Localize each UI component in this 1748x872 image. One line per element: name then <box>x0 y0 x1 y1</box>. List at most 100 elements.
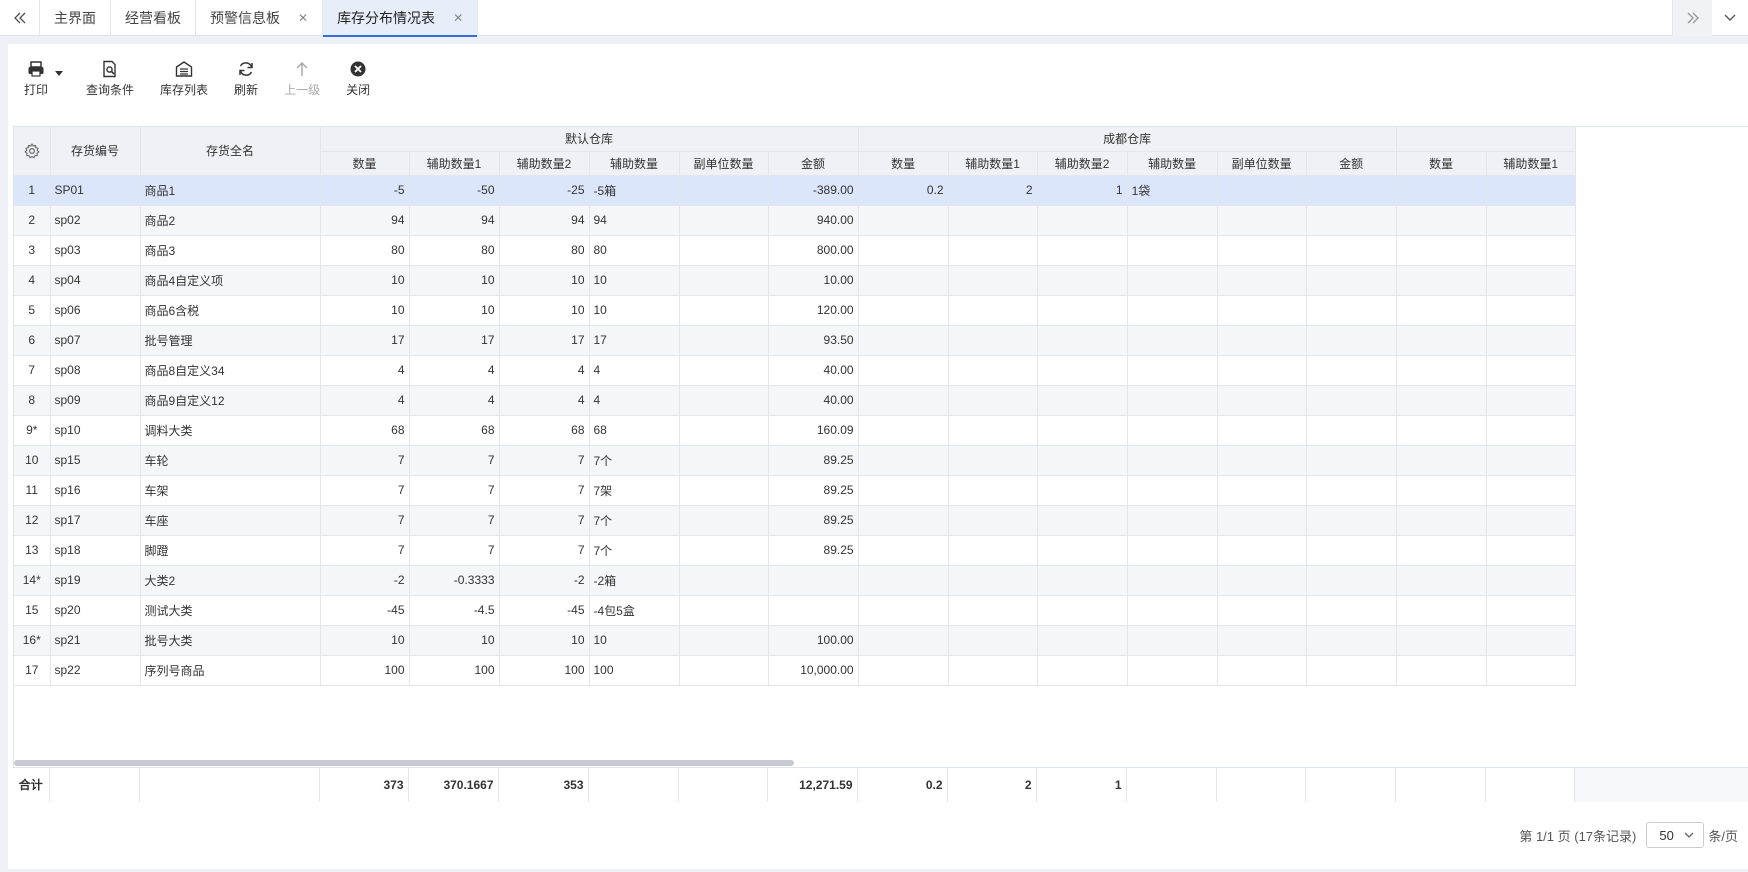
cell-value <box>858 445 949 476</box>
cell-value <box>1217 415 1307 446</box>
cell-value: -45 <box>320 595 410 626</box>
cell-empty <box>1396 445 1487 476</box>
table-row[interactable]: 10 sp15 车轮 7 7 7 7个 89.25 <box>14 445 1576 476</box>
tab-close-icon[interactable]: ✕ <box>453 11 463 25</box>
cell-value: 10 <box>499 295 590 326</box>
print-button[interactable]: 打印 <box>16 54 56 104</box>
cell-value: -2 <box>499 565 590 596</box>
close-button[interactable]: 关闭 <box>338 54 378 104</box>
cell-name: 商品4自定义项 <box>140 265 321 296</box>
refresh-button[interactable]: 刷新 <box>226 54 266 104</box>
cell-value <box>1217 535 1307 566</box>
total-value: 353 <box>498 768 589 802</box>
cell-value <box>679 505 769 536</box>
cell-empty <box>1396 235 1487 266</box>
tab-1[interactable]: 经营看板 <box>111 0 196 36</box>
horizontal-scrollbar[interactable] <box>14 760 794 766</box>
print-label: 打印 <box>24 83 49 97</box>
tab-3[interactable]: 库存分布情况表 ✕ <box>323 0 479 37</box>
cell-name: 调料大类 <box>140 415 321 446</box>
table-row[interactable]: 2 sp02 商品2 94 94 94 94 940.00 <box>14 205 1576 236</box>
cell-name: 车轮 <box>140 445 321 476</box>
cell-value <box>948 595 1038 626</box>
cell-value <box>1217 655 1307 686</box>
table-row[interactable]: 16* sp21 批号大类 10 10 10 10 100.00 <box>14 625 1576 656</box>
cell-value <box>858 625 949 656</box>
column-settings-gear-icon[interactable] <box>14 127 51 176</box>
cell-value: 100 <box>320 655 410 686</box>
up-level-button[interactable]: 上一级 <box>276 54 328 104</box>
cell-empty <box>1396 505 1487 536</box>
cell-value <box>1217 385 1307 416</box>
total-value: 0.2 <box>857 768 948 802</box>
column-header: 存货全名 <box>140 127 321 176</box>
cell-value <box>1037 475 1128 506</box>
chevron-down-icon <box>1684 832 1694 838</box>
cell-code: sp15 <box>50 445 141 476</box>
row-index: 13 <box>14 535 51 566</box>
cell-value: 100 <box>499 655 590 686</box>
cell-code: SP01 <box>50 175 141 206</box>
table-row[interactable]: 1 SP01 商品1 -5 -50 -25 -5箱 -389.00 0.2 2 1 1袋 <box>14 175 1576 206</box>
table-row[interactable]: 6 sp07 批号管理 17 17 17 17 93.50 <box>14 325 1576 356</box>
cell-value <box>948 205 1038 236</box>
page-size-select[interactable]: 50 <box>1646 822 1705 848</box>
table-row[interactable]: 4 sp04 商品4自定义项 10 10 10 10 10.00 <box>14 265 1576 296</box>
print-dropdown-caret-icon[interactable] <box>54 54 64 104</box>
cell-empty <box>1396 265 1487 296</box>
cell-empty <box>1396 655 1487 686</box>
table-row[interactable]: 7 sp08 商品8自定义34 4 4 4 4 40.00 <box>14 355 1576 386</box>
cell-value: 100 <box>409 655 500 686</box>
scroll-tabs-right-icon[interactable] <box>1672 0 1712 36</box>
table-row[interactable]: 9* sp10 调料大类 68 68 68 68 160.09 <box>14 415 1576 446</box>
table-row[interactable]: 15 sp20 测试大类 -45 -4.5 -45 -4包5盒 <box>14 595 1576 626</box>
cell-value <box>1217 205 1307 236</box>
cell-value <box>1217 595 1307 626</box>
cell-value <box>1127 565 1218 596</box>
page-size-unit: 条/页 <box>1708 828 1738 844</box>
cell-value <box>948 295 1038 326</box>
cell-value <box>1127 295 1218 326</box>
row-index: 11 <box>14 475 51 506</box>
cell-value <box>858 595 949 626</box>
table-row[interactable]: 3 sp03 商品3 80 80 80 80 800.00 <box>14 235 1576 266</box>
cell-value <box>768 565 859 596</box>
cell-empty <box>1486 175 1576 206</box>
cell-value <box>679 415 769 446</box>
cell-value <box>1037 415 1128 446</box>
cell-value: 7 <box>499 535 590 566</box>
cell-value <box>1127 385 1218 416</box>
cell-value <box>1306 265 1397 296</box>
cell-value: 4 <box>589 385 680 416</box>
group-header <box>1396 127 1576 152</box>
scroll-tabs-left-icon[interactable] <box>0 0 40 36</box>
cell-value: 10 <box>499 625 590 656</box>
cell-code: sp17 <box>50 505 141 536</box>
query-conditions-button[interactable]: 查询条件 <box>78 54 142 104</box>
table-row[interactable]: 13 sp18 脚蹬 7 7 7 7个 89.25 <box>14 535 1576 566</box>
cell-value: -389.00 <box>768 175 859 206</box>
table-row[interactable]: 17 sp22 序列号商品 100 100 100 100 10,000.00 <box>14 655 1576 686</box>
stock-list-button[interactable]: 库存列表 <box>152 54 216 104</box>
cell-value: 80 <box>320 235 410 266</box>
table-row[interactable]: 11 sp16 车架 7 7 7 7架 89.25 <box>14 475 1576 506</box>
tab-2[interactable]: 预警信息板 ✕ <box>196 0 324 36</box>
row-index: 1 <box>14 175 51 206</box>
cell-empty <box>1396 475 1487 506</box>
table-row[interactable]: 14* sp19 大类2 -2 -0.3333 -2 -2箱 <box>14 565 1576 596</box>
cell-value <box>948 355 1038 386</box>
tab-menu-chevron-down-icon[interactable] <box>1712 0 1748 36</box>
tab-0[interactable]: 主界面 <box>40 0 111 36</box>
row-index: 9* <box>14 415 51 446</box>
table-row[interactable]: 8 sp09 商品9自定义12 4 4 4 4 40.00 <box>14 385 1576 416</box>
column-header: 副单位数量 <box>679 151 769 176</box>
cell-value <box>1306 295 1397 326</box>
table-row[interactable]: 5 sp06 商品6含税 10 10 10 10 120.00 <box>14 295 1576 326</box>
tab-close-icon[interactable]: ✕ <box>298 11 308 25</box>
cell-value: 10 <box>320 295 410 326</box>
cell-value: 68 <box>409 415 500 446</box>
tab-label: 经营看板 <box>125 10 181 26</box>
table-row[interactable]: 12 sp17 车座 7 7 7 7个 89.25 <box>14 505 1576 536</box>
cell-value <box>1217 445 1307 476</box>
page-info: 第 1/1 页 (17条记录) <box>1519 828 1637 844</box>
